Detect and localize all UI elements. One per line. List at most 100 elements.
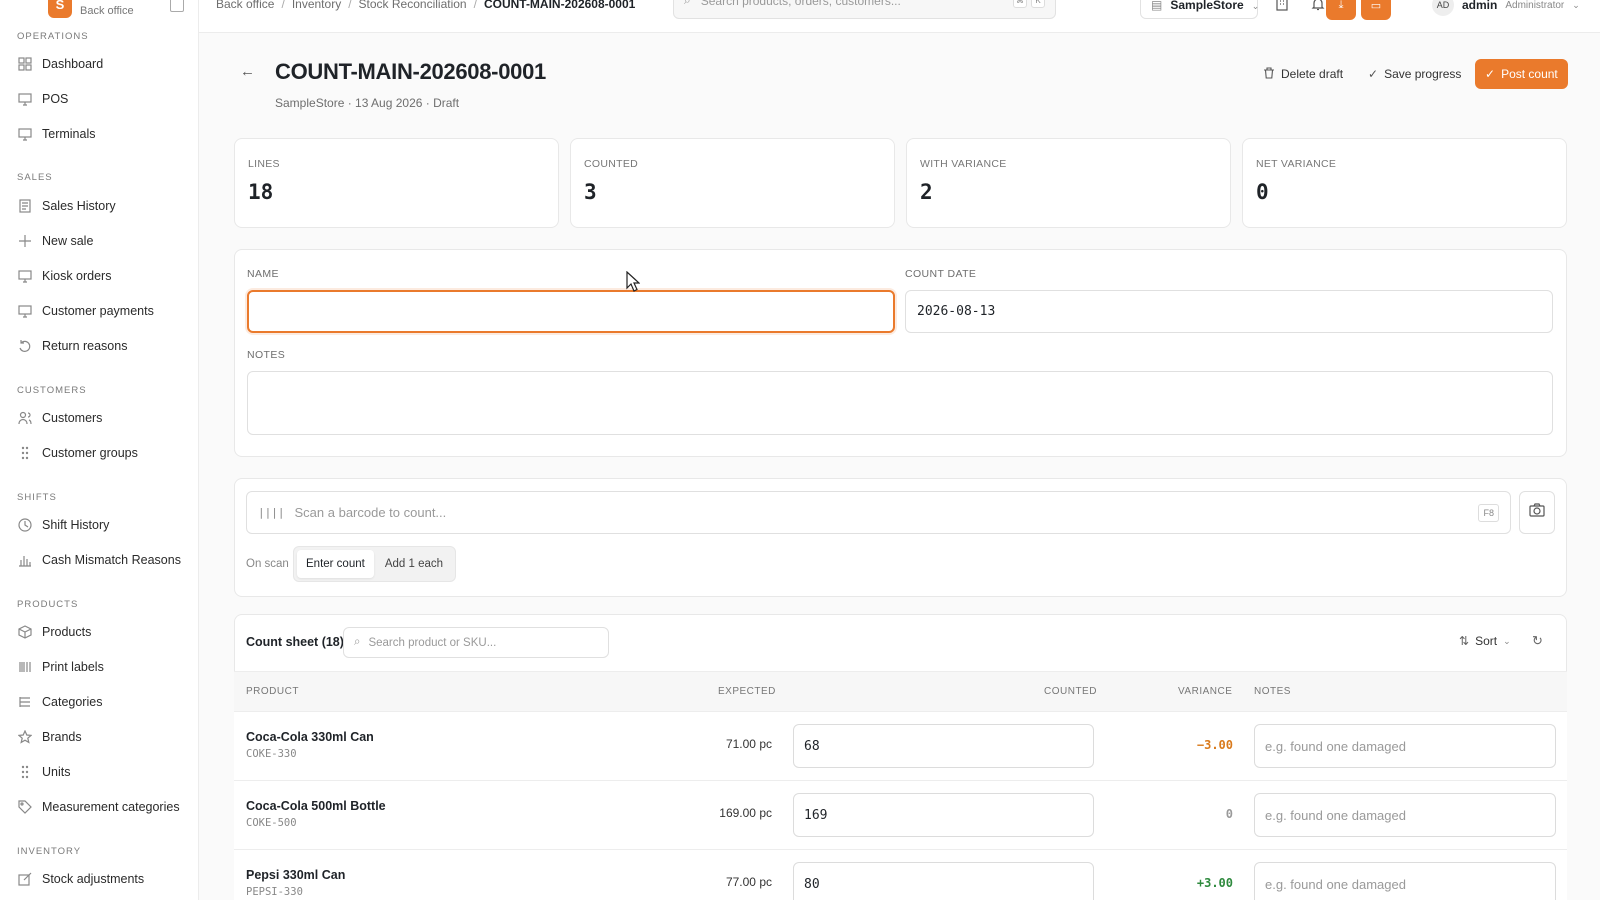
- sidebar-item-customer-payments[interactable]: Customer payments: [12, 297, 188, 325]
- bell-icon[interactable]: [1308, 0, 1328, 14]
- sort-icon: ⇅: [1459, 634, 1470, 648]
- name-input[interactable]: [247, 290, 895, 333]
- row-notes-input[interactable]: e.g. found one damaged: [1254, 793, 1556, 837]
- sidebar-item-stock-adjustments[interactable]: Stock adjustments: [12, 865, 188, 893]
- users-icon: [18, 411, 32, 425]
- expected-qty: 77.00 pc: [725, 875, 772, 889]
- breadcrumb-inventory[interactable]: Inventory: [292, 0, 341, 11]
- sidebar-item-new-sale[interactable]: New sale: [12, 227, 188, 255]
- product-sku: PEPSI-330: [246, 886, 303, 898]
- sidebar-item-terminals[interactable]: Terminals: [12, 120, 188, 148]
- notes-textarea[interactable]: [247, 371, 1553, 435]
- stat-lines: LINES 18: [234, 138, 559, 228]
- sidebar-item-customers[interactable]: Customers: [12, 404, 188, 432]
- chevron-down-icon: ⌄: [1572, 0, 1580, 10]
- tag-icon: [18, 800, 32, 814]
- stat-label: NET VARIANCE: [1256, 158, 1337, 170]
- variance-value: −3.00: [1196, 738, 1233, 752]
- sidebar-item-brands[interactable]: Brands: [12, 723, 188, 751]
- sidebar-item-dashboard[interactable]: Dashboard: [12, 50, 188, 78]
- page-title: COUNT-MAIN-202608-0001: [275, 59, 546, 84]
- post-count-button[interactable]: ✓ Post count: [1475, 59, 1568, 89]
- sidebar-item-pos[interactable]: POS: [12, 85, 188, 113]
- user-name: admin: [1462, 0, 1498, 12]
- check-icon: ✓: [1485, 67, 1496, 81]
- mode-add-one[interactable]: Add 1 each: [376, 550, 452, 578]
- counted-input[interactable]: 80: [793, 862, 1094, 900]
- sidebar-item-label: Stock adjustments: [42, 872, 145, 886]
- post-count-label: Post count: [1501, 67, 1558, 81]
- sidebar-item-units[interactable]: Units: [12, 758, 188, 786]
- sidebar-item-sales-history[interactable]: Sales History: [12, 192, 188, 220]
- col-counted: COUNTED: [1044, 686, 1097, 697]
- expected-qty: 71.00 pc: [725, 737, 772, 751]
- table-row: Coca-Cola 330ml Can COKE-330 71.00 pc 68…: [234, 711, 1567, 780]
- table-header: [234, 671, 1567, 711]
- sidebar-item-print-labels[interactable]: Print labels: [12, 653, 188, 681]
- app-logo[interactable]: S: [48, 0, 72, 18]
- sort-button[interactable]: ⇅ Sort ⌄: [1459, 634, 1511, 648]
- store-selector[interactable]: ▤ SampleStore ⌄: [1140, 0, 1259, 19]
- save-progress-button[interactable]: ✓ Save progress: [1368, 59, 1461, 89]
- grip-icon: [18, 446, 32, 460]
- stat-label: WITH VARIANCE: [920, 158, 1007, 170]
- sidebar-item-label: Units: [42, 765, 71, 779]
- row-notes-input[interactable]: e.g. found one damaged: [1254, 862, 1556, 900]
- product-name: Coca-Cola 330ml Can: [246, 730, 374, 744]
- counted-input[interactable]: 169: [793, 793, 1094, 837]
- sidebar-item-shift-history[interactable]: Shift History: [12, 511, 188, 539]
- sidebar-item-label: Dashboard: [42, 57, 104, 71]
- pos-display-icon[interactable]: ▭: [1361, 0, 1391, 20]
- sidebar-item-customer-groups[interactable]: Customer groups: [12, 439, 188, 467]
- breadcrumb: Back office / Inventory / Stock Reconciliati…: [216, 0, 635, 11]
- barcode-scan-input[interactable]: |||| Scan a barcode to count... F8: [246, 491, 1511, 534]
- counted-input[interactable]: 68: [793, 724, 1094, 768]
- row-notes-input[interactable]: e.g. found one damaged: [1254, 724, 1556, 768]
- sidebar-item-return-reasons[interactable]: Return reasons: [12, 332, 188, 360]
- section-inventory: INVENTORY: [17, 846, 82, 857]
- refresh-icon[interactable]: ↻: [1532, 633, 1543, 649]
- sidebar-item-kiosk-orders[interactable]: Kiosk orders: [12, 262, 188, 290]
- count-date-input[interactable]: 2026-08-13: [905, 290, 1553, 333]
- barcode-icon: [18, 660, 32, 674]
- scan-mode-toggle: Enter count Add 1 each: [293, 546, 457, 582]
- notes-label: NOTES: [247, 349, 286, 361]
- mode-enter-count[interactable]: Enter count: [297, 550, 374, 578]
- delete-draft-button[interactable]: Delete draft: [1263, 59, 1343, 89]
- breadcrumb-back-office[interactable]: Back office: [216, 0, 274, 11]
- count-date-label: COUNT DATE: [905, 268, 977, 280]
- section-operations: OPERATIONS: [17, 31, 89, 42]
- sheet-search-input[interactable]: ⌕ Search product or SKU...: [343, 627, 609, 658]
- expected-qty: 169.00 pc: [719, 806, 772, 820]
- building-icon[interactable]: [1272, 0, 1292, 14]
- sidebar-item-products[interactable]: Products: [12, 618, 188, 646]
- col-expected: EXPECTED: [718, 686, 776, 697]
- chevron-down-icon: ⌄: [1503, 635, 1511, 646]
- stat-label: COUNTED: [584, 158, 639, 170]
- name-label: NAME: [247, 268, 279, 280]
- sidebar-item-categories[interactable]: Categories: [12, 688, 188, 716]
- avatar: AD: [1432, 0, 1454, 16]
- undo-icon: [18, 339, 32, 353]
- stat-value: 3: [584, 180, 597, 204]
- download-icon[interactable]: ⤓: [1326, 0, 1356, 20]
- sidebar-item-label: Brands: [42, 730, 82, 744]
- payment-icon: [18, 304, 32, 318]
- camera-icon: [1529, 503, 1545, 522]
- sidebar-item-cash-mismatch[interactable]: Cash Mismatch Reasons: [12, 546, 188, 574]
- back-arrow-icon[interactable]: ←: [240, 63, 255, 80]
- page-subtitle: SampleStore · 13 Aug 2026 · Draft: [275, 96, 460, 110]
- sidebar-collapse-icon[interactable]: [170, 0, 184, 12]
- stat-net-variance: NET VARIANCE 0: [1242, 138, 1567, 228]
- global-search[interactable]: ⌕ Search products, orders, customers... …: [673, 0, 1056, 19]
- grip-icon: [18, 765, 32, 779]
- user-menu[interactable]: AD admin Administrator ⌄: [1432, 0, 1580, 16]
- list-tree-icon: [18, 695, 32, 709]
- stat-counted: COUNTED 3: [570, 138, 895, 228]
- sidebar-item-measurement-categories[interactable]: Measurement categories: [12, 793, 188, 821]
- breadcrumb-stock-reconciliation[interactable]: Stock Reconciliation: [359, 0, 467, 11]
- search-icon: ⌕: [354, 636, 361, 648]
- camera-scan-button[interactable]: [1519, 491, 1555, 534]
- product-name: Coca-Cola 500ml Bottle: [246, 799, 386, 813]
- sidebar-item-label: Return reasons: [42, 339, 128, 353]
